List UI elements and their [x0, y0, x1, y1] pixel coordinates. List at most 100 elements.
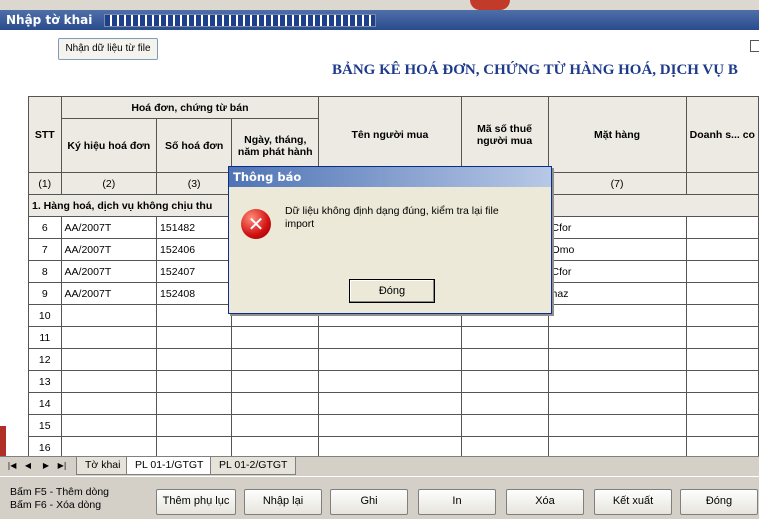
row-invoice-symbol[interactable] [60, 370, 158, 393]
row-stt[interactable]: 15 [28, 414, 62, 437]
row-buyer-name[interactable] [318, 370, 462, 393]
col-header-buyer-tax-code: Mã số thuế người mua [460, 96, 549, 173]
print-button[interactable]: In [418, 489, 496, 515]
row-revenue[interactable] [685, 326, 759, 349]
row-buyer-name[interactable] [318, 414, 462, 437]
row-buyer-name[interactable] [318, 392, 462, 415]
row-invoice-symbol[interactable]: AA/2007T [60, 238, 158, 261]
row-invoice-symbol[interactable]: AA/2007T [60, 282, 158, 305]
row-buyer-tax-code[interactable] [460, 370, 549, 393]
first-sheet-icon[interactable]: |◀ [6, 460, 18, 472]
row-invoice-number[interactable] [156, 326, 233, 349]
row-stt[interactable]: 9 [28, 282, 62, 305]
delete-button[interactable]: Xóa [506, 489, 584, 515]
col-header-item: Mặt hàng [547, 96, 687, 173]
row-issue-date[interactable] [231, 326, 320, 349]
close-button[interactable]: Đóng [680, 489, 758, 515]
row-buyer-tax-code[interactable] [460, 414, 549, 437]
row-item[interactable] [547, 392, 687, 415]
row-invoice-number[interactable] [156, 392, 233, 415]
col-header-invoice-number: Số hoá đơn [156, 118, 233, 173]
left-accent [0, 426, 6, 456]
row-buyer-name[interactable] [318, 348, 462, 371]
progress-bar [104, 14, 376, 27]
row-item[interactable] [547, 414, 687, 437]
col-group-header: Hoá đơn, chứng từ bán [60, 96, 320, 119]
row-item[interactable]: Cfor [547, 260, 687, 283]
row-issue-date[interactable] [231, 348, 320, 371]
last-sheet-icon[interactable]: ▶| [56, 460, 68, 472]
row-buyer-name[interactable] [318, 326, 462, 349]
col-header-revenue: Doanh s... co [685, 96, 759, 173]
row-stt[interactable]: 13 [28, 370, 62, 393]
row-invoice-number[interactable]: 152408 [156, 282, 233, 305]
add-appendix-button[interactable]: Thêm phụ lục [156, 489, 236, 515]
row-item[interactable]: Cfor [547, 216, 687, 239]
row-issue-date[interactable] [231, 370, 320, 393]
row-stt[interactable]: 8 [28, 260, 62, 283]
row-revenue[interactable] [685, 238, 759, 261]
row-item[interactable] [547, 326, 687, 349]
row-revenue[interactable] [685, 392, 759, 415]
row-invoice-number[interactable]: 152407 [156, 260, 233, 283]
row-invoice-symbol[interactable] [60, 304, 158, 327]
row-invoice-number[interactable] [156, 348, 233, 371]
row-revenue[interactable] [685, 216, 759, 239]
col-number: (2) [60, 172, 158, 195]
row-revenue[interactable] [685, 348, 759, 371]
error-icon: ✕ [241, 209, 271, 239]
row-stt[interactable]: 12 [28, 348, 62, 371]
reenter-button[interactable]: Nhập lại [244, 489, 322, 515]
row-buyer-tax-code[interactable] [460, 392, 549, 415]
row-invoice-symbol[interactable] [60, 414, 158, 437]
tab-to-khai[interactable]: Tờ khai [76, 457, 130, 475]
row-invoice-symbol[interactable]: AA/2007T [60, 216, 158, 239]
row-invoice-number[interactable] [156, 370, 233, 393]
row-item[interactable] [547, 304, 687, 327]
row-invoice-symbol[interactable] [60, 326, 158, 349]
row-stt[interactable]: 14 [28, 392, 62, 415]
row-buyer-tax-code[interactable] [460, 348, 549, 371]
export-button[interactable]: Kết xuất [594, 489, 672, 515]
row-revenue[interactable] [685, 304, 759, 327]
row-invoice-number[interactable] [156, 304, 233, 327]
table-row: 15 [28, 414, 759, 437]
row-stt[interactable]: 7 [28, 238, 62, 261]
row-invoice-number[interactable]: 152406 [156, 238, 233, 261]
row-stt[interactable]: 11 [28, 326, 62, 349]
next-sheet-icon[interactable]: ▶ [40, 460, 52, 472]
tab-pl-01-2[interactable]: PL 01-2/GTGT [210, 457, 297, 475]
row-issue-date[interactable] [231, 414, 320, 437]
tab-pl-01-1[interactable]: PL 01-1/GTGT [126, 457, 213, 475]
prev-sheet-icon[interactable]: ◀ [22, 460, 34, 472]
col-header-stt: STT [28, 96, 62, 173]
row-buyer-tax-code[interactable] [460, 326, 549, 349]
row-invoice-symbol[interactable]: AA/2007T [60, 260, 158, 283]
action-bar: Bấm F5 - Thêm dòng Bấm F6 - Xóa dòng Thê… [0, 476, 759, 519]
table-row: 12 [28, 348, 759, 371]
dialog-message: Dữ liệu không định dạng đúng, kiểm tra l… [285, 205, 499, 230]
import-from-file-button[interactable]: Nhận dữ liệu từ file [58, 38, 158, 60]
row-revenue[interactable] [685, 260, 759, 283]
row-revenue[interactable] [685, 370, 759, 393]
row-stt[interactable]: 6 [28, 216, 62, 239]
row-revenue[interactable] [685, 414, 759, 437]
row-invoice-number[interactable]: 151482 [156, 216, 233, 239]
row-stt[interactable]: 10 [28, 304, 62, 327]
row-issue-date[interactable] [231, 392, 320, 415]
row-item[interactable] [547, 370, 687, 393]
row-item[interactable] [547, 348, 687, 371]
col-number: (7) [547, 172, 687, 195]
row-item[interactable]: haz [547, 282, 687, 305]
row-item[interactable]: Omo [547, 238, 687, 261]
hint-add-row: Bấm F5 - Thêm dòng [10, 486, 110, 498]
window-titlebar: Nhập tờ khai [0, 10, 759, 30]
option-checkbox[interactable] [750, 40, 759, 52]
row-revenue[interactable] [685, 282, 759, 305]
save-button[interactable]: Ghi [330, 489, 408, 515]
dialog-close-button[interactable]: Đóng [349, 279, 435, 303]
table-row: 11 [28, 326, 759, 349]
row-invoice-symbol[interactable] [60, 392, 158, 415]
row-invoice-symbol[interactable] [60, 348, 158, 371]
row-invoice-number[interactable] [156, 414, 233, 437]
